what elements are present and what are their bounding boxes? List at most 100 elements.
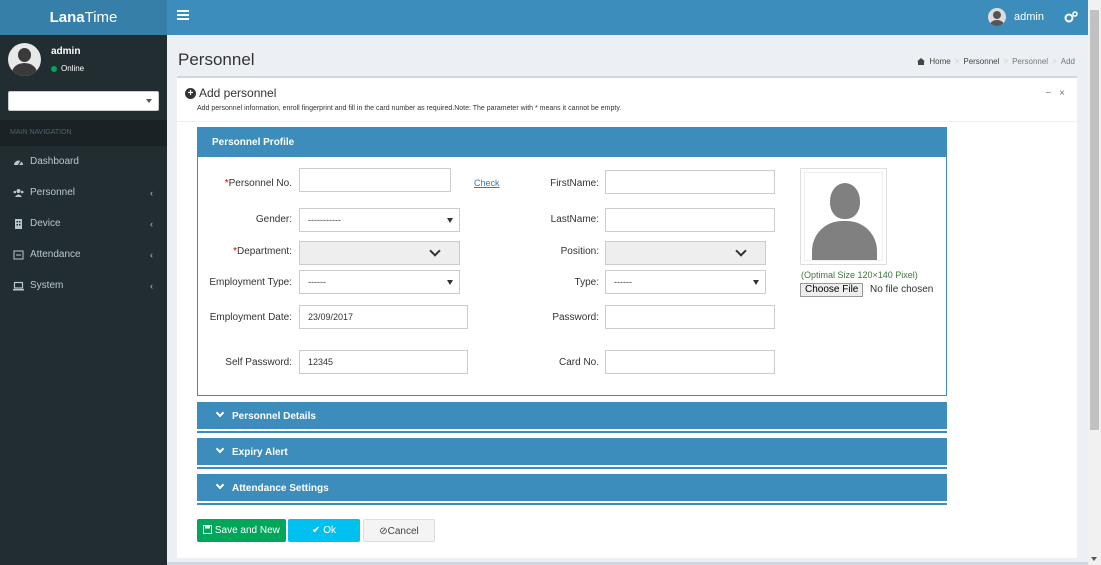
breadcrumb: Home > Personnel > Personnel > Add	[917, 57, 1075, 66]
breadcrumb-separator: >	[1052, 57, 1057, 66]
box-description: Add personnel information, enroll finger…	[197, 105, 622, 112]
ban-icon: ⊘	[379, 526, 388, 537]
top-user-menu[interactable]: admin	[988, 8, 1044, 26]
self-password-label: Self Password:	[225, 357, 292, 368]
password-input[interactable]	[605, 305, 775, 329]
section-personnel-details[interactable]: Personnel Details	[197, 402, 947, 431]
save-and-new-button[interactable]: Save and New	[197, 519, 286, 542]
section-expiry-alert[interactable]: Expiry Alert	[197, 438, 947, 467]
checkmark-icon: ✔	[312, 525, 321, 536]
sidebar-item-label: Attendance	[30, 249, 81, 260]
top-navbar: admin	[167, 0, 1088, 35]
box-title: + Add personnel	[185, 86, 276, 100]
chevron-down-icon	[429, 245, 441, 257]
sidebar-item-system[interactable]: System ‹	[0, 270, 167, 301]
choose-file-button[interactable]: Choose File	[800, 283, 864, 297]
breadcrumb-personnel[interactable]: Personnel	[963, 57, 999, 66]
type-label: Type:	[574, 277, 599, 288]
breadcrumb-personnel-sub[interactable]: Personnel	[1012, 57, 1048, 66]
sidebar-item-device[interactable]: Device ‹	[0, 208, 167, 239]
save-icon	[203, 525, 213, 534]
password-label: Password:	[552, 312, 599, 323]
gender-label: Gender:	[255, 214, 292, 225]
sidebar-username: admin	[51, 46, 81, 57]
card-no-label: Card No.	[558, 357, 599, 368]
hamburger-icon[interactable]	[177, 10, 189, 20]
personnel-no-input[interactable]	[299, 168, 451, 192]
home-icon	[917, 58, 926, 65]
breadcrumb-separator: >	[954, 57, 960, 66]
caret-down-icon	[146, 99, 152, 103]
type-value: ------	[614, 277, 632, 287]
top-username: admin	[1014, 11, 1044, 23]
employment-date-input[interactable]: 23/09/2017	[299, 305, 468, 329]
sidebar-item-personnel[interactable]: Personnel ‹	[0, 177, 167, 208]
sidebar-item-label: Dashboard	[30, 156, 79, 167]
panel-heading: Personnel Profile	[198, 128, 946, 157]
sidebar-item-attendance[interactable]: Attendance ‹	[0, 239, 167, 270]
check-link[interactable]: Check	[474, 178, 500, 188]
divider	[177, 121, 1077, 122]
users-icon	[13, 188, 24, 197]
self-password-input[interactable]: 12345	[299, 350, 468, 374]
calendar-icon	[13, 250, 24, 259]
person-silhouette-icon	[804, 172, 883, 261]
caret-down-icon	[447, 280, 453, 285]
cogs-icon[interactable]	[1064, 11, 1078, 23]
sidebar-select[interactable]	[8, 91, 159, 111]
sidebar-item-dashboard[interactable]: Dashboard	[0, 146, 167, 177]
employment-type-label: Employment Type:	[209, 277, 292, 288]
chevron-down-icon	[735, 245, 747, 257]
sidebar-item-label: System	[30, 280, 64, 291]
status-text: Online	[61, 64, 85, 73]
box-tools: − ×	[1045, 88, 1065, 99]
avatar	[8, 43, 41, 76]
position-label: Position:	[560, 246, 599, 257]
personnel-no-label: *Personnel No.	[200, 178, 292, 189]
app-logo[interactable]: LanaTime	[0, 0, 167, 35]
no-file-text: No file chosen	[870, 284, 934, 295]
employment-type-value: ------	[308, 277, 326, 287]
chevron-left-icon: ‹	[150, 281, 153, 291]
chevron-left-icon: ‹	[150, 250, 153, 260]
minimize-icon[interactable]: −	[1045, 88, 1051, 99]
label-text: Personnel No.	[228, 178, 292, 189]
photo-placeholder	[800, 168, 887, 265]
building-icon	[15, 218, 22, 229]
card-no-input[interactable]	[605, 350, 775, 374]
nav-header: MAIN NAVIGATION	[0, 120, 167, 146]
chevron-left-icon: ‹	[150, 188, 153, 198]
logo-rest-text: Time	[84, 9, 118, 26]
gender-select[interactable]: -----------	[299, 208, 460, 232]
button-label: Cancel	[387, 526, 419, 537]
lastname-input[interactable]	[605, 208, 775, 232]
scrollbar-thumb[interactable]	[1090, 10, 1099, 430]
chevron-down-icon	[215, 444, 225, 454]
button-label: Ok	[323, 525, 336, 536]
section-label: Attendance Settings	[232, 483, 329, 494]
employment-type-select[interactable]: ------	[299, 270, 460, 294]
scroll-down-arrow-icon[interactable]	[1091, 557, 1097, 561]
cancel-button[interactable]: ⊘Cancel	[363, 519, 435, 542]
lastname-label: LastName:	[550, 214, 599, 225]
department-label: *Department:	[200, 246, 292, 257]
sidebar-item-label: Device	[30, 218, 61, 229]
laptop-icon	[13, 281, 24, 290]
department-select[interactable]	[299, 241, 460, 265]
status-dot-icon	[51, 65, 57, 72]
dashboard-icon	[14, 160, 23, 165]
type-select[interactable]: ------	[605, 270, 766, 294]
close-icon[interactable]: ×	[1059, 88, 1065, 99]
employment-date-label: Employment Date:	[209, 312, 292, 323]
breadcrumb-home[interactable]: Home	[929, 57, 950, 66]
page-scrollbar[interactable]	[1088, 0, 1101, 565]
position-select[interactable]	[605, 241, 766, 265]
plus-circle-icon: +	[185, 87, 196, 99]
section-label: Personnel Details	[232, 411, 316, 422]
sidebar-menu: Dashboard Personnel ‹ Device ‹ Attendanc…	[0, 146, 167, 301]
firstname-input[interactable]	[605, 170, 775, 194]
section-attendance-settings[interactable]: Attendance Settings	[197, 474, 947, 503]
ok-button[interactable]: ✔ Ok	[288, 519, 360, 542]
photo-size-hint: (Optimal Size 120×140 Pixel)	[801, 270, 918, 280]
sidebar: admin Online MAIN NAVIGATION Dashboard P…	[0, 35, 167, 565]
